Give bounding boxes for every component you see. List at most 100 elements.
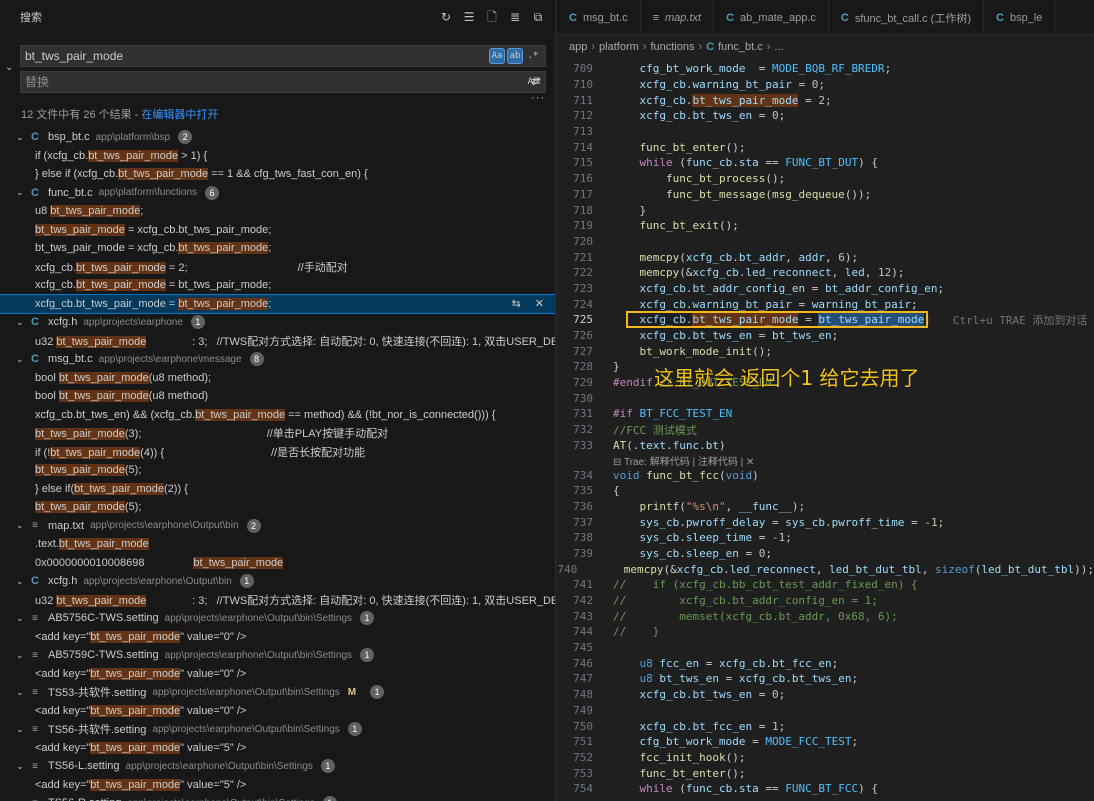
code-line[interactable]: 734 void func_bt_fcc(void) xyxy=(557,467,1094,483)
result-match-row[interactable]: 0x0000000010008698 bt_tws_pair_mode xyxy=(0,554,555,573)
result-match-row[interactable]: bt_tws_pair_mode = xcfg_cb.bt_tws_pair_m… xyxy=(0,221,555,240)
code-line[interactable]: 732 //FCC 测试模式 xyxy=(557,422,1094,438)
code-line[interactable]: 748 xcfg_cb.bt_tws_en = 0; xyxy=(557,687,1094,703)
breadcrumb-item[interactable]: func_bt.c xyxy=(718,41,763,53)
result-match-row[interactable]: u32 bt_tws_pair_mode : 3; //TWS配对方式选择: 自… xyxy=(0,591,555,610)
result-match-row[interactable]: <add key="bt_tws_pair_mode" value="5" /> xyxy=(0,776,555,795)
match-case-toggle[interactable]: Aa xyxy=(489,48,505,64)
editor-tab[interactable]: Cbsp_le xyxy=(984,0,1056,35)
dismiss-icon[interactable]: ✕ xyxy=(535,297,544,310)
code-line[interactable]: 742 // xcfg_cb.bt_addr_config_en = 1; xyxy=(557,593,1094,609)
view-as-tree-icon[interactable]: ≣ xyxy=(508,10,522,24)
code-line[interactable]: 745 xyxy=(557,640,1094,656)
code-line[interactable]: 739 sys_cb.sleep_en = 0; xyxy=(557,546,1094,562)
code-line[interactable]: 744 // } xyxy=(557,624,1094,640)
breadcrumb-item[interactable]: ... xyxy=(774,41,783,53)
chevron-down-icon[interactable]: ⌄ xyxy=(16,576,28,587)
code-view[interactable]: 709 cfg_bt_work_mode = MODE_BQB_RF_BREDR… xyxy=(557,61,1094,797)
replace-all-icon[interactable]: ⇄ xyxy=(531,74,541,88)
editor-tab[interactable]: Cab_mate_app.c xyxy=(714,0,829,35)
chevron-down-icon[interactable]: ⌄ xyxy=(16,354,28,365)
result-file-row[interactable]: ⌄ ≡ TS53-共软件.setting app\projects\earphone\… xyxy=(0,683,555,702)
result-match-row[interactable]: xcfg_cb.bt_tws_pair_mode = 2; //手动配对 xyxy=(0,258,555,277)
result-file-row[interactable]: ⌄ Cxcfg.h app\projects\earphone\Output\bin… xyxy=(0,572,555,591)
breadcrumb-item[interactable]: platform xyxy=(599,41,639,53)
chevron-down-icon[interactable]: ⌄ xyxy=(16,687,28,698)
use-regex-toggle[interactable]: .* xyxy=(525,48,541,64)
code-line[interactable]: 736 printf("%s\n", __func__); xyxy=(557,499,1094,515)
result-match-row[interactable]: bt_tws_pair_mode = xcfg_cb.bt_tws_pair_m… xyxy=(0,239,555,258)
more-options-icon[interactable]: ··· xyxy=(531,92,545,104)
replace-icon[interactable]: ⇆ xyxy=(512,297,521,310)
code-line[interactable]: 709 cfg_bt_work_mode = MODE_BQB_RF_BREDR… xyxy=(557,61,1094,77)
code-line[interactable]: 714 func_bt_enter(); xyxy=(557,139,1094,155)
replace-input[interactable] xyxy=(25,75,523,89)
chevron-down-icon[interactable]: ⌄ xyxy=(16,613,28,624)
code-line[interactable]: 710 xcfg_cb.warning_bt_pair = 0; xyxy=(557,77,1094,93)
code-line[interactable]: 731 #if BT_FCC_TEST_EN xyxy=(557,406,1094,422)
code-line[interactable]: 738 sys_cb.sleep_time = -1; xyxy=(557,530,1094,546)
result-match-row[interactable]: bt_tws_pair_mode(3); //单击PLAY按键手动配对 xyxy=(0,424,555,443)
result-file-row[interactable]: ⌄ Cbsp_bt.c app\platform\bsp 2 xyxy=(0,128,555,147)
result-match-row[interactable]: } else if(bt_tws_pair_mode(2)) { xyxy=(0,480,555,499)
code-line[interactable]: 751 cfg_bt_work_mode = MODE_FCC_TEST; xyxy=(557,734,1094,750)
code-line[interactable]: 747 u8 bt_tws_en = xcfg_cb.bt_tws_en; xyxy=(557,671,1094,687)
code-line[interactable]: 725 xcfg_cb.bt_tws_pair_mode = bt_tws_pa… xyxy=(557,311,1094,328)
result-match-row[interactable]: <add key="bt_tws_pair_mode" value="0" /> xyxy=(0,628,555,647)
result-match-row[interactable]: <add key="bt_tws_pair_mode" value="0" /> xyxy=(0,665,555,684)
result-match-row[interactable]: <add key="bt_tws_pair_mode" value="5" /> xyxy=(0,739,555,758)
result-file-row[interactable]: ⌄ ≡ map.txt app\projects\earphone\Output\bi… xyxy=(0,517,555,536)
result-file-row[interactable]: ⌄ Cxcfg.h app\projects\earphone 1 xyxy=(0,313,555,332)
code-line[interactable]: 730 xyxy=(557,390,1094,406)
chevron-down-icon[interactable]: ⌄ xyxy=(16,724,28,735)
result-match-row[interactable]: u32 bt_tws_pair_mode : 3; //TWS配对方式选择: 自… xyxy=(0,332,555,351)
chevron-down-icon[interactable]: ⌄ xyxy=(16,187,28,198)
code-line[interactable]: 717 func_bt_message(msg_dequeue()); xyxy=(557,187,1094,203)
code-line[interactable]: 752 fcc_init_hook(); xyxy=(557,750,1094,766)
result-match-row[interactable]: bool bt_tws_pair_mode(u8 method) xyxy=(0,387,555,406)
refresh-icon[interactable]: ↻ xyxy=(439,10,453,24)
result-match-row[interactable]: <add key="bt_tws_pair_mode" value="0" /> xyxy=(0,702,555,721)
code-line[interactable]: 740 memcpy(&xcfg_cb.led_reconnect, led_b… xyxy=(557,561,1094,577)
code-line[interactable]: 750 xcfg_cb.bt_fcc_en = 1; xyxy=(557,718,1094,734)
result-file-row[interactable]: ⌄≡TS56-R.settingapp\projects\earphone\Ou… xyxy=(0,794,555,801)
result-match-row[interactable]: bt_tws_pair_mode(5); xyxy=(0,498,555,517)
code-line[interactable]: 715 while (func_cb.sta == FUNC_BT_DUT) { xyxy=(557,155,1094,171)
result-match-row[interactable]: } else if (xcfg_cb.bt_tws_pair_mode == 1… xyxy=(0,165,555,184)
editor-tab[interactable]: Cmsg_bt.c xyxy=(557,0,641,35)
search-input[interactable] xyxy=(25,49,487,63)
code-line[interactable]: 735 { xyxy=(557,483,1094,499)
code-line[interactable]: 722 memcpy(&xcfg_cb.led_reconnect, led, … xyxy=(557,265,1094,281)
open-in-editor-link[interactable]: 在编辑器中打开 xyxy=(141,109,218,121)
code-line[interactable]: 746 u8 fcc_en = xcfg_cb.bt_fcc_en; xyxy=(557,655,1094,671)
result-file-row[interactable]: ⌄ ≡ TS56-共软件.setting app\projects\earphone\… xyxy=(0,720,555,739)
breadcrumb-item[interactable]: app xyxy=(569,41,587,53)
result-file-row[interactable]: ⌄ ≡ TS56-L.setting app\projects\earphone\Ou… xyxy=(0,757,555,776)
result-match-row[interactable]: .text.bt_tws_pair_mode xyxy=(0,535,555,554)
editor-tab[interactable]: ≡ map.txt xyxy=(641,0,715,35)
chevron-down-icon[interactable]: ⌄ xyxy=(16,761,28,772)
breadcrumb-item[interactable]: functions xyxy=(650,41,694,53)
result-file-row[interactable]: ⌄ Cfunc_bt.c app\platform\functions 6 xyxy=(0,184,555,203)
collapse-all-icon[interactable]: ⧉ xyxy=(531,10,545,24)
chevron-down-icon[interactable]: ⌄ xyxy=(16,520,28,531)
code-line[interactable]: 723 xcfg_cb.bt_addr_config_en = bt_addr_… xyxy=(557,281,1094,297)
new-search-editor-icon[interactable]: 🗋 xyxy=(485,10,499,24)
editor-tab[interactable]: Csfunc_bt_call.c (工作树) xyxy=(829,0,984,35)
code-line[interactable]: 718 } xyxy=(557,202,1094,218)
code-line[interactable]: 726 xcfg_cb.bt_tws_en = bt_tws_en; xyxy=(557,328,1094,344)
code-line[interactable]: 737 sys_cb.pwroff_delay = sys_cb.pwroff_… xyxy=(557,514,1094,530)
code-line[interactable]: 743 // memset(xcfg_cb.bt_addr, 0x68, 6); xyxy=(557,608,1094,624)
code-line[interactable]: 733 AT(.text.func.bt) xyxy=(557,438,1094,454)
code-line[interactable]: 741 // if (xcfg_cb.bb_cbt_test_addr_fixed… xyxy=(557,577,1094,593)
code-line[interactable]: 727 bt_work_mode_init(); xyxy=(557,343,1094,359)
code-line[interactable]: 721 memcpy(xcfg_cb.bt_addr, addr, 6); xyxy=(557,249,1094,265)
result-match-row[interactable]: xcfg_cb.bt_tws_pair_mode = bt_tws_pair_m… xyxy=(0,276,555,295)
result-match-row[interactable]: bt_tws_pair_mode(5); xyxy=(0,461,555,480)
result-file-row[interactable]: ⌄ Cmsg_bt.c app\projects\earphone\message 8 xyxy=(0,350,555,369)
match-whole-word-toggle[interactable]: ab xyxy=(507,48,523,64)
result-match-row[interactable]: u8 bt_tws_pair_mode; xyxy=(0,202,555,221)
code-line[interactable]: 716 func_bt_process(); xyxy=(557,171,1094,187)
result-file-row[interactable]: ⌄ ≡ AB5756C-TWS.setting app\projects\earpho… xyxy=(0,609,555,628)
result-file-row[interactable]: ⌄ ≡ AB5759C-TWS.setting app\projects\earpho… xyxy=(0,646,555,665)
